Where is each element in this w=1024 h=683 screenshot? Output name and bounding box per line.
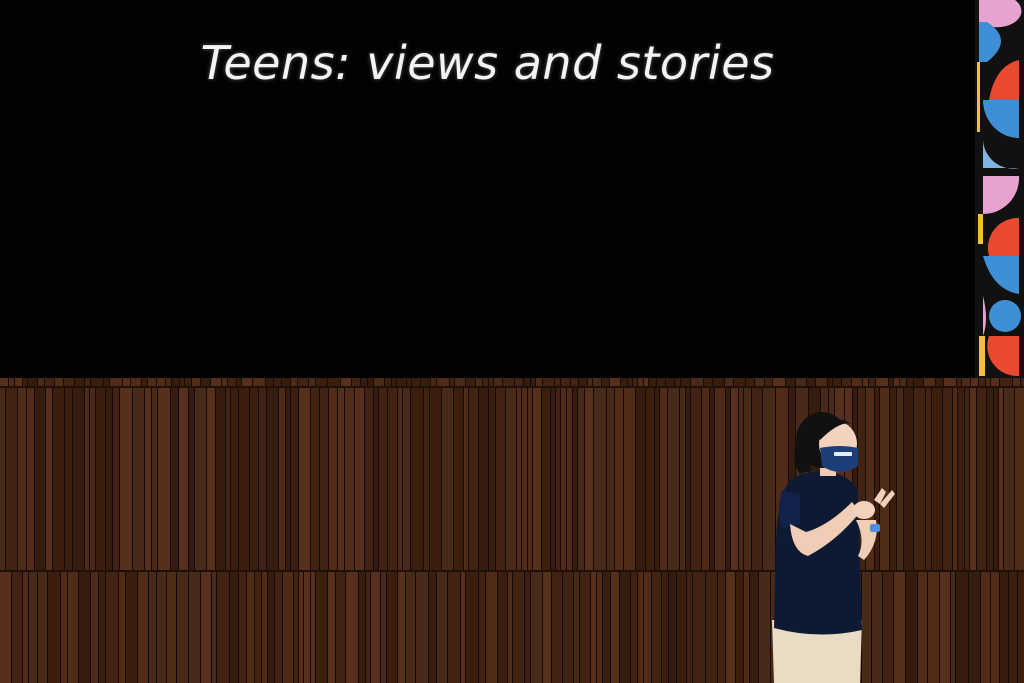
mask-logo-icon — [834, 452, 852, 456]
speaker-wristband — [870, 524, 880, 532]
conference-stage-photo: Teens: views and stories — [0, 0, 1024, 683]
speaker-figure — [772, 412, 895, 683]
speaker-mask — [820, 446, 858, 472]
speaker-hands — [853, 501, 875, 519]
